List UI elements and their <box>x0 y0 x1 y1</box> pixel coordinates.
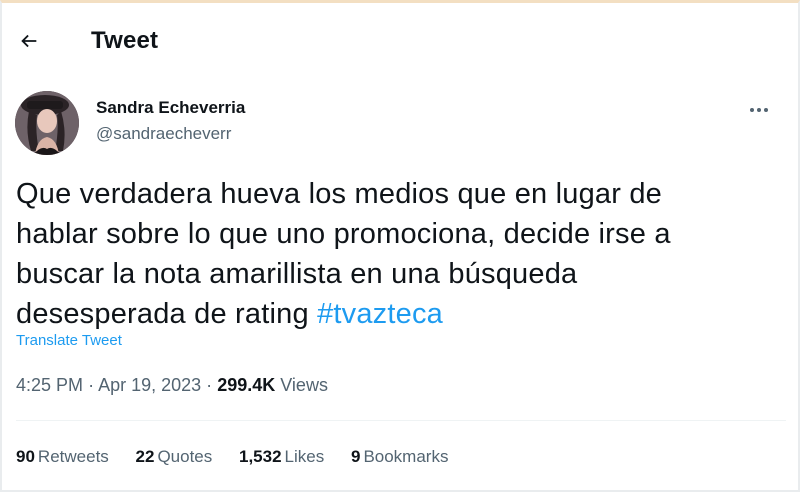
retweets-stat[interactable]: 90 Retweets <box>16 447 109 467</box>
tweet-text-line: desesperada de rating #tvazteca <box>16 294 756 334</box>
tweet-date[interactable]: Apr 19, 2023 <box>98 375 201 395</box>
quotes-label: Quotes <box>157 447 213 466</box>
more-horizontal-icon <box>750 108 754 112</box>
tweet-meta: 4:25 PM · Apr 19, 2023 · 299.4K Views <box>16 375 328 396</box>
tweet-text: Que verdadera hueva los medios que en lu… <box>16 174 756 334</box>
back-button[interactable] <box>14 25 46 57</box>
display-name[interactable]: Sandra Echeverria <box>96 98 245 118</box>
author-block: Sandra Echeverria @sandraecheverr <box>0 86 800 161</box>
tweet-text-line: hablar sobre lo que uno promociona, deci… <box>16 218 671 250</box>
likes-label: Likes <box>284 447 325 466</box>
meta-separator: · <box>88 375 95 395</box>
tweet-header: Tweet <box>0 3 800 75</box>
more-horizontal-icon <box>757 108 761 112</box>
bookmarks-count: 9 <box>350 447 361 466</box>
tweet-text-segment: desesperada de rating <box>16 298 318 330</box>
translate-tweet-link[interactable]: Translate Tweet <box>16 332 122 349</box>
user-handle[interactable]: @sandraecheverr <box>96 124 231 144</box>
page-title: Tweet <box>91 27 159 54</box>
more-options-button[interactable] <box>746 98 776 122</box>
views-count: 299.4K <box>217 375 276 395</box>
retweets-label: Retweets <box>37 447 109 466</box>
tweet-text-line: buscar la nota amarillista en una búsque… <box>16 258 578 290</box>
more-horizontal-icon <box>764 108 768 112</box>
tweet-time[interactable]: 4:25 PM <box>16 375 83 395</box>
quotes-stat[interactable]: 22 Quotes <box>136 447 213 467</box>
likes-count: 1,532 <box>239 447 282 466</box>
tweet-text-line: Que verdadera hueva los medios que en lu… <box>16 178 663 210</box>
divider <box>16 420 786 421</box>
views-label: Views <box>280 375 328 395</box>
bookmarks-label: Bookmarks <box>363 447 449 466</box>
retweets-count: 90 <box>16 447 35 466</box>
quotes-count: 22 <box>135 447 155 466</box>
hashtag-link[interactable]: #tvazteca <box>317 298 443 330</box>
profile-photo <box>15 91 79 155</box>
engagement-stats: 90 Retweets 22 Quotes 1,532 Likes 9 Bookmark… <box>16 447 470 467</box>
avatar[interactable] <box>15 91 79 155</box>
bookmarks-stat[interactable]: 9 Bookmarks <box>351 447 449 467</box>
arrow-left-icon <box>21 34 37 48</box>
meta-separator: · <box>206 375 213 395</box>
likes-stat[interactable]: 1,532 Likes <box>239 447 324 467</box>
